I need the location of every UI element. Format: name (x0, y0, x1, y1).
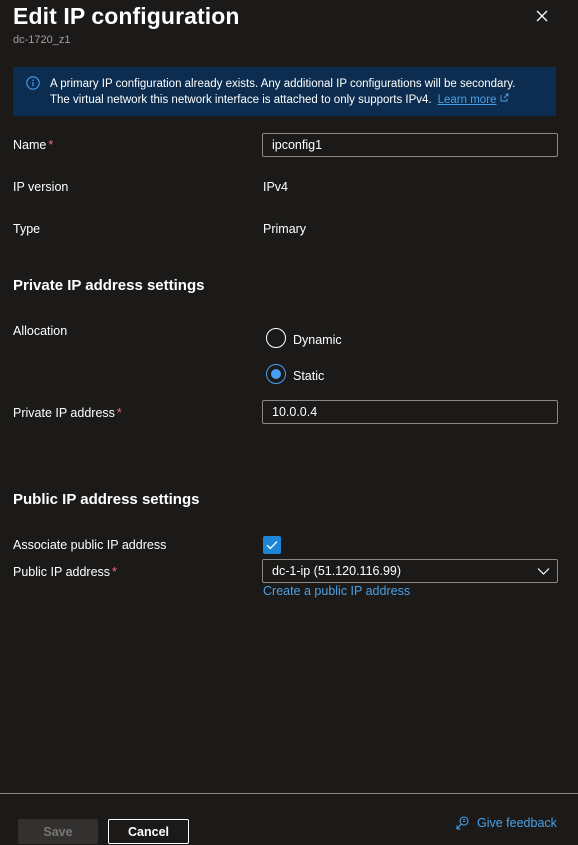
radio-dynamic[interactable] (266, 328, 286, 348)
save-button[interactable]: Save (18, 819, 98, 844)
required-mark: * (48, 138, 54, 152)
close-icon (536, 10, 548, 22)
info-message-bar: A primary IP configuration already exist… (13, 67, 556, 116)
radio-static[interactable] (266, 364, 286, 384)
allocation-label: Allocation (13, 324, 68, 338)
private-ip-address-input[interactable] (262, 400, 558, 424)
radio-dynamic-label[interactable]: Dynamic (293, 333, 342, 347)
name-label: Name * (13, 138, 53, 152)
public-ip-address-value: dc-1-ip (51.120.116.99) (272, 564, 402, 578)
required-mark: * (116, 406, 122, 420)
ip-version-label: IP version (13, 180, 69, 194)
give-feedback-label: Give feedback (477, 816, 557, 830)
page-subtitle: dc-1720_z1 (13, 34, 71, 46)
private-ip-address-label: Private IP address * (13, 406, 122, 420)
public-ip-address-label: Public IP address * (13, 565, 117, 579)
learn-more-link[interactable]: Learn more (438, 94, 497, 106)
info-message-text: A primary IP configuration already exist… (50, 76, 550, 108)
public-ip-address-label-text: Public IP address (13, 565, 111, 579)
footer-divider (0, 793, 578, 794)
info-line-1: A primary IP configuration already exist… (50, 78, 516, 90)
private-ip-address-label-text: Private IP address (13, 406, 115, 420)
type-value: Primary (263, 222, 307, 236)
create-public-ip-link[interactable]: Create a public IP address (263, 584, 410, 598)
associate-public-ip-checkbox[interactable] (263, 536, 281, 554)
type-label: Type (13, 222, 41, 236)
info-line-2: The virtual network this network interfa… (50, 92, 550, 108)
ip-version-value: IPv4 (263, 180, 289, 194)
close-button[interactable] (531, 5, 553, 27)
associate-public-ip-label: Associate public IP address (13, 538, 167, 552)
give-feedback-link[interactable]: Give feedback (455, 815, 557, 831)
info-line-2-text: The virtual network this network interfa… (50, 94, 432, 106)
feedback-icon (456, 816, 469, 830)
radio-static-label[interactable]: Static (293, 369, 324, 383)
required-mark: * (112, 565, 117, 579)
check-icon (266, 541, 278, 550)
external-link-icon (500, 93, 509, 102)
info-icon (26, 76, 40, 90)
name-label-text: Name (13, 138, 47, 152)
name-input[interactable] (262, 133, 558, 157)
private-ip-section-heading: Private IP address settings (13, 277, 205, 294)
cancel-button[interactable]: Cancel (108, 819, 189, 844)
page-title: Edit IP configuration (13, 3, 240, 29)
chevron-down-icon (537, 568, 550, 575)
public-ip-address-dropdown[interactable]: dc-1-ip (51.120.116.99) (262, 559, 558, 583)
public-ip-section-heading: Public IP address settings (13, 491, 200, 508)
